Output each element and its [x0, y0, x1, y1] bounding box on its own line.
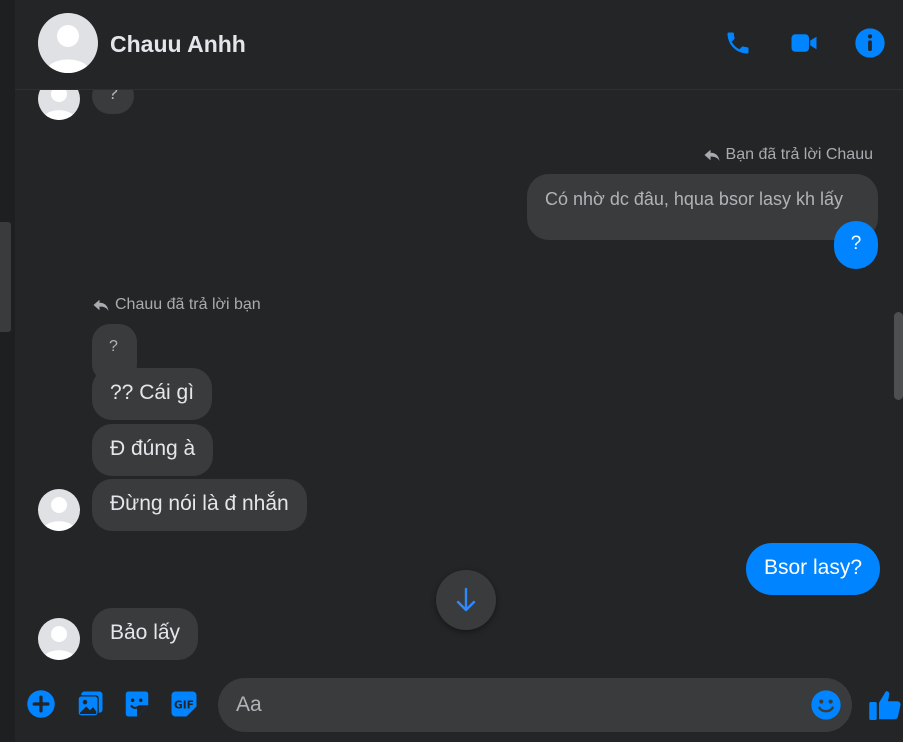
info-button[interactable]	[854, 27, 886, 59]
reply-meta-theirs: Chauu đã trả lời bạn	[92, 296, 261, 314]
video-call-button[interactable]	[788, 27, 820, 59]
contact-avatar-small[interactable]	[38, 618, 80, 660]
message-input[interactable]	[236, 678, 796, 732]
composer-bar: GIF	[15, 668, 903, 742]
message-bubble-mine[interactable]: Bsor lasy?	[746, 543, 881, 595]
message-bubble-theirs[interactable]: Đừng nói là đ nhắn	[92, 479, 307, 531]
chat-window: Chauu Anhh ? Chauu Anhh Bạn đã trả lời C…	[15, 0, 903, 742]
reply-meta-mine: Bạn đã trả lời Chauu	[703, 146, 873, 164]
photo-icon[interactable]	[74, 688, 106, 720]
quoted-message-mine[interactable]: Có nhờ dc đâu, hqua bsor lasy kh lấy	[527, 174, 878, 240]
reply-arrow-icon	[704, 149, 720, 161]
scroll-to-bottom-button[interactable]	[436, 570, 496, 630]
message-bubble-theirs[interactable]: Bảo lấy	[92, 608, 199, 660]
message-bubble-theirs[interactable]: Đ đúng à	[92, 424, 214, 476]
message-bubble-theirs[interactable]: ?? Cái gì	[92, 368, 213, 420]
left-panel-edge	[0, 0, 15, 742]
reply-arrow-icon	[93, 299, 109, 311]
chat-scrollbar[interactable]	[894, 312, 903, 400]
add-icon[interactable]	[25, 688, 57, 720]
gif-icon-label: GIF	[174, 698, 194, 711]
message-input-wrapper	[218, 678, 852, 732]
contact-avatar-small[interactable]	[38, 489, 80, 531]
arrow-down-icon	[456, 587, 476, 612]
call-button[interactable]	[722, 27, 754, 59]
gif-icon[interactable]: GIF	[168, 688, 200, 720]
reply-meta-mine-text: Bạn đã trả lời Chauu	[725, 146, 873, 163]
sticker-icon[interactable]	[121, 688, 153, 720]
reply-meta-theirs-text: Chauu đã trả lời bạn	[115, 296, 261, 313]
contact-name-header[interactable]: Chauu Anhh	[110, 31, 246, 58]
message-bubble-mine[interactable]: ?	[834, 221, 878, 269]
message-bubble-partial[interactable]: ?	[92, 78, 135, 114]
left-panel-scrollbar[interactable]	[0, 222, 11, 332]
like-icon[interactable]	[867, 687, 903, 723]
contact-avatar-small[interactable]	[38, 78, 80, 120]
contact-avatar-header[interactable]	[38, 13, 98, 73]
emoji-icon[interactable]	[810, 689, 842, 721]
